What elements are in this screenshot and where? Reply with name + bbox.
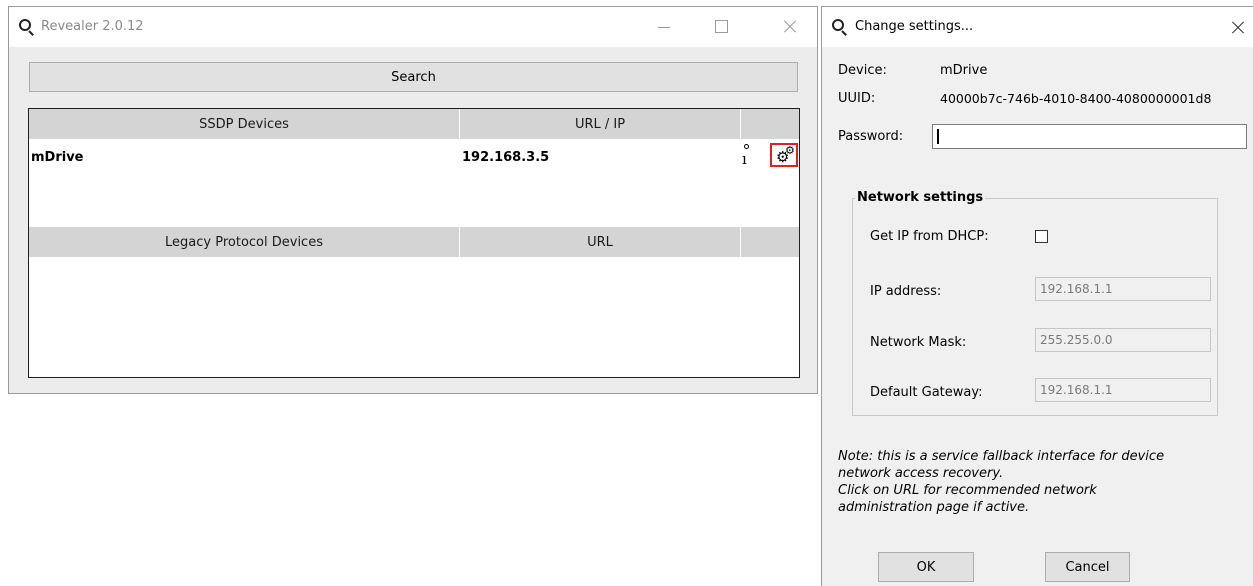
note-line: administration page if active. bbox=[838, 500, 1030, 515]
search-button[interactable]: Search bbox=[29, 62, 798, 92]
settings-gear-button[interactable]: ⚙ ⚙ bbox=[770, 143, 798, 167]
ip-address-label: IP address: bbox=[870, 284, 942, 299]
default-gateway-label: Default Gateway: bbox=[870, 385, 983, 400]
dhcp-label: Get IP from DHCP: bbox=[870, 229, 989, 244]
column-header-url[interactable]: URL bbox=[460, 227, 740, 257]
search-icon bbox=[832, 19, 848, 36]
device-ip-link[interactable]: 192.168.3.5 bbox=[462, 150, 549, 165]
uuid-value: 40000b7c-746b-4010-8400-4080000001d8 bbox=[940, 91, 1212, 106]
device-value: mDrive bbox=[940, 63, 988, 78]
info-icon[interactable]: ı bbox=[739, 144, 753, 168]
uuid-label: UUID: bbox=[838, 91, 876, 106]
ip-address-field[interactable]: 192.168.1.1 bbox=[1035, 277, 1211, 301]
network-settings-title: Network settings bbox=[855, 190, 986, 205]
change-settings-dialog: Change settings... Device: mDrive UUID: … bbox=[821, 6, 1253, 586]
minimize-icon[interactable] bbox=[641, 7, 687, 47]
cancel-button[interactable]: Cancel bbox=[1045, 552, 1130, 582]
close-icon[interactable] bbox=[1222, 7, 1253, 47]
column-header-ssdp-devices[interactable]: SSDP Devices bbox=[29, 109, 459, 139]
device-list-panel: SSDP Devices URL / IP mDrive 192.168.3.5… bbox=[28, 108, 800, 378]
revealer-titlebar[interactable]: Revealer 2.0.12 bbox=[9, 7, 817, 47]
gear-icon: ⚙ bbox=[785, 144, 795, 157]
device-name-cell[interactable]: mDrive bbox=[31, 150, 84, 165]
dialog-title: Change settings... bbox=[855, 19, 974, 34]
device-label: Device: bbox=[838, 63, 887, 78]
password-label: Password: bbox=[838, 129, 904, 144]
service-note: Note: this is a service fallback interfa… bbox=[838, 448, 1238, 516]
search-icon bbox=[19, 19, 35, 36]
dhcp-checkbox[interactable] bbox=[1035, 230, 1048, 243]
ok-button[interactable]: OK bbox=[878, 552, 974, 582]
close-icon[interactable] bbox=[767, 7, 813, 47]
password-field[interactable] bbox=[932, 124, 1247, 149]
network-mask-field[interactable]: 255.255.0.0 bbox=[1035, 328, 1211, 352]
maximize-icon[interactable] bbox=[698, 7, 744, 47]
dialog-titlebar[interactable]: Change settings... bbox=[822, 7, 1253, 47]
column-header-actions bbox=[741, 109, 799, 139]
note-line: Click on URL for recommended network bbox=[838, 483, 1097, 498]
revealer-window: Revealer 2.0.12 Search SSDP Devices URL … bbox=[8, 6, 818, 394]
column-header-actions bbox=[741, 227, 799, 257]
text-caret bbox=[937, 129, 939, 144]
default-gateway-field[interactable]: 192.168.1.1 bbox=[1035, 378, 1211, 402]
network-mask-label: Network Mask: bbox=[870, 335, 967, 350]
window-title: Revealer 2.0.12 bbox=[41, 19, 144, 34]
column-header-url-ip[interactable]: URL / IP bbox=[460, 109, 740, 139]
note-line: network access recovery. bbox=[838, 466, 1004, 481]
note-line: Note: this is a service fallback interfa… bbox=[838, 449, 1165, 464]
column-header-legacy-devices[interactable]: Legacy Protocol Devices bbox=[29, 227, 459, 257]
